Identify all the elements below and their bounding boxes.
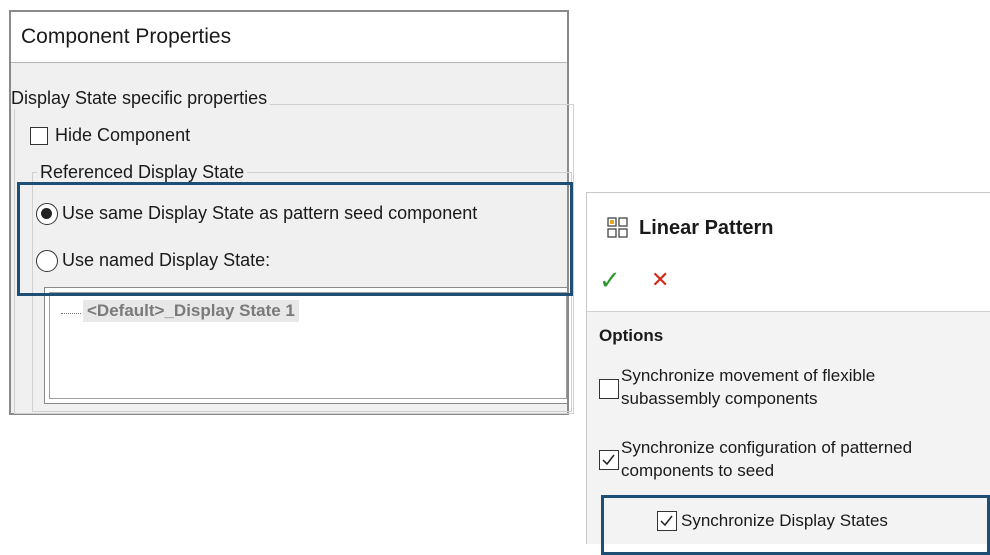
dialog-title: Component Properties bbox=[11, 12, 567, 63]
check-icon bbox=[602, 454, 615, 466]
options-title: Options bbox=[599, 326, 664, 345]
hide-component-label: Hide Component bbox=[55, 125, 191, 145]
linear-pattern-icon bbox=[607, 217, 629, 239]
hide-component-checkbox[interactable] bbox=[30, 127, 48, 145]
sync-configuration-label-line2: components to seed bbox=[621, 461, 775, 480]
radio-options-highlight bbox=[17, 182, 573, 296]
sync-movement-label-line2: subassembly components bbox=[621, 389, 818, 408]
referenced-display-state-title: Referenced Display State bbox=[37, 162, 248, 183]
sync-configuration-checkbox[interactable] bbox=[599, 450, 619, 470]
linear-pattern-panel: Linear Pattern ✓ ✕ Options Synchronize m… bbox=[586, 192, 990, 544]
linear-pattern-title: Linear Pattern bbox=[639, 217, 774, 239]
tree-connector bbox=[61, 313, 81, 314]
ok-icon[interactable]: ✓ bbox=[599, 265, 621, 296]
sync-display-states-highlight bbox=[601, 495, 990, 555]
sync-configuration-label-line1: Synchronize configuration of patterned bbox=[621, 438, 913, 457]
display-state-list[interactable]: <Default>_Display State 1 bbox=[44, 287, 568, 404]
sync-movement-label-line1: Synchronize movement of flexible bbox=[621, 366, 876, 385]
cancel-icon[interactable]: ✕ bbox=[651, 267, 669, 293]
display-state-group-title: Display State specific properties bbox=[11, 88, 271, 109]
display-state-item[interactable]: <Default>_Display State 1 bbox=[83, 300, 299, 322]
sync-movement-checkbox[interactable] bbox=[599, 379, 619, 399]
